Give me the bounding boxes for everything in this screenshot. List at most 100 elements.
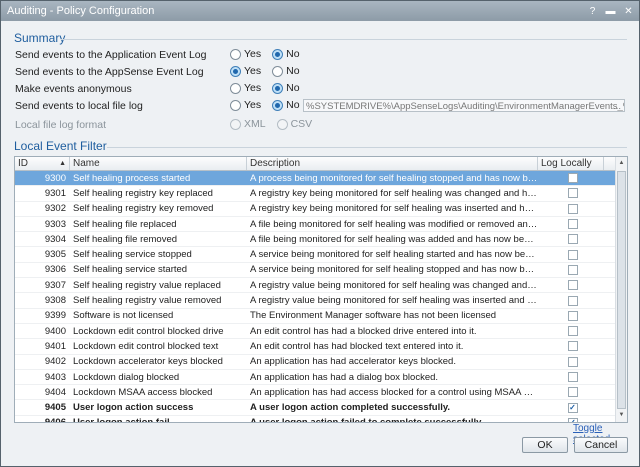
table-row[interactable]: 9308 Self healing registry value removed A…: [15, 293, 627, 309]
table-row[interactable]: 9399 Software is not licensed The Environm…: [15, 309, 627, 324]
event-id: 9307: [44, 279, 66, 291]
local-log-path-value: %SYSTEMDRIVE%\AppSenseLogs\Auditing\Envi…: [306, 101, 624, 112]
anonymous-events-label: Make events anonymous: [15, 83, 132, 95]
event-description: An application has had access blocked fo…: [250, 386, 538, 398]
event-id: 9303: [44, 218, 66, 230]
table-row[interactable]: 9307 Self healing registry value replaced…: [15, 278, 627, 294]
table-row[interactable]: 9305 Self healing service stopped A servic…: [15, 247, 627, 263]
close-icon[interactable]: ✕: [621, 4, 636, 19]
event-id: 9406: [44, 417, 66, 423]
table-row[interactable]: 9406 User logon action fail A user logon a…: [15, 416, 627, 423]
event-description: A file being monitored for self healing …: [250, 218, 538, 230]
log-locally-checkbox[interactable]: [567, 310, 578, 321]
scroll-thumb[interactable]: [617, 171, 626, 409]
table-row[interactable]: 9300 Self healing process started A proces…: [15, 171, 627, 187]
event-description: A registry value being monitored for sel…: [250, 279, 538, 291]
filter-divider: [107, 147, 627, 148]
table-row[interactable]: 9303 Self healing file replaced A file bei…: [15, 217, 627, 233]
log-locally-checkbox[interactable]: [567, 219, 578, 230]
app-event-log-label: Send events to the Application Event Log: [15, 49, 207, 61]
log-locally-checkbox[interactable]: [567, 341, 578, 352]
anonymous-events-yes[interactable]: Yes: [230, 82, 261, 94]
log-locally-checkbox[interactable]: [567, 295, 578, 306]
event-name: Self healing service started: [73, 264, 188, 276]
appsense-event-log-yes[interactable]: Yes: [230, 65, 261, 77]
log-locally-cell: [538, 295, 604, 306]
column-header-log-locally[interactable]: Log Locally: [538, 157, 604, 170]
event-rows: 9300 Self healing process started A proces…: [15, 171, 627, 423]
local-file-log-yes[interactable]: Yes: [230, 99, 261, 111]
format-csv-option[interactable]: CSV: [276, 118, 312, 130]
log-locally-checkbox[interactable]: [567, 173, 578, 184]
event-id: 9300: [44, 172, 66, 184]
log-locally-checkbox[interactable]: [567, 234, 578, 245]
log-locally-checkbox[interactable]: [567, 249, 578, 260]
log-locally-cell: [538, 280, 604, 291]
event-name: Self healing registry key replaced: [73, 187, 213, 199]
table-row[interactable]: 9402 Lockdown accelerator keys blocked An …: [15, 355, 627, 370]
log-locally-cell: [538, 188, 604, 199]
ok-button[interactable]: OK: [522, 437, 568, 453]
table-row[interactable]: 9401 Lockdown edit control blocked text An…: [15, 339, 627, 355]
event-id: 9403: [44, 371, 66, 383]
event-name: Self healing registry key removed: [73, 203, 214, 215]
event-name: User logon action success: [73, 402, 194, 414]
table-row[interactable]: 9404 Lockdown MSAA access blocked An appli…: [15, 385, 627, 401]
log-format-options: XML CSV: [230, 118, 323, 130]
window-title: Auditing - Policy Configuration: [7, 5, 155, 17]
vertical-scrollbar[interactable]: ▲ ▼: [615, 157, 627, 422]
log-locally-checkbox[interactable]: [567, 372, 578, 382]
browse-button[interactable]: ...: [613, 100, 621, 111]
event-id: 9301: [44, 187, 66, 199]
format-xml-option[interactable]: XML: [230, 118, 266, 130]
app-event-log-no[interactable]: No: [272, 48, 300, 60]
log-locally-cell: ✓: [538, 402, 604, 413]
column-header-id[interactable]: ID ▲: [15, 157, 70, 170]
log-locally-checkbox[interactable]: ✓: [567, 402, 578, 413]
table-row[interactable]: 9304 Self healing file removed A file bein…: [15, 232, 627, 248]
log-locally-checkbox[interactable]: [567, 387, 578, 398]
table-row[interactable]: 9306 Self healing service started A servic…: [15, 263, 627, 279]
table-row[interactable]: 9403 Lockdown dialog blocked An applicatio…: [15, 370, 627, 386]
log-locally-checkbox[interactable]: [567, 203, 578, 214]
table-row[interactable]: 9302 Self healing registry key removed A r…: [15, 202, 627, 217]
event-id: 9308: [44, 295, 66, 307]
event-description: The Environment Manager software has not…: [250, 310, 497, 322]
scroll-up-icon[interactable]: ▲: [616, 157, 627, 170]
event-name: Lockdown dialog blocked: [73, 371, 180, 383]
log-locally-cell: [538, 173, 604, 184]
event-id: 9399: [44, 310, 66, 322]
log-locally-cell: [538, 234, 604, 245]
event-name: Software is not licensed: [73, 310, 174, 322]
event-name: Lockdown edit control blocked drive: [73, 325, 224, 337]
local-file-log-no[interactable]: No: [272, 99, 300, 111]
column-header-name[interactable]: Name: [70, 157, 247, 170]
event-id: 9400: [44, 325, 66, 337]
scroll-down-icon[interactable]: ▼: [616, 409, 627, 422]
log-locally-checkbox[interactable]: [567, 326, 578, 337]
log-locally-checkbox[interactable]: [567, 356, 578, 367]
log-locally-checkbox[interactable]: [567, 188, 578, 199]
log-locally-checkbox[interactable]: [567, 280, 578, 291]
title-bar: Auditing - Policy Configuration ? ▬ ✕: [1, 1, 639, 21]
app-event-log-yes[interactable]: Yes: [230, 48, 261, 60]
minimize-icon[interactable]: ▬: [603, 4, 618, 19]
table-row[interactable]: 9400 Lockdown edit control blocked drive A…: [15, 324, 627, 340]
event-name: Self healing process started: [73, 172, 191, 184]
log-locally-cell: [538, 356, 604, 367]
event-id: 9302: [44, 203, 66, 215]
event-name: Self healing service stopped: [73, 249, 192, 261]
column-header-description[interactable]: Description: [247, 157, 538, 170]
table-row[interactable]: 9301 Self healing registry key replaced A …: [15, 186, 627, 202]
local-log-path-field[interactable]: %SYSTEMDRIVE%\AppSenseLogs\Auditing\Envi…: [303, 99, 625, 112]
event-id: 9404: [44, 386, 66, 398]
cancel-button[interactable]: Cancel: [574, 437, 628, 453]
anonymous-events-no[interactable]: No: [272, 82, 300, 94]
table-row[interactable]: 9405 User logon action success A user logo…: [15, 400, 627, 416]
log-locally-checkbox[interactable]: [567, 264, 578, 275]
help-icon[interactable]: ?: [585, 4, 600, 19]
appsense-event-log-options: Yes No: [230, 65, 311, 77]
appsense-event-log-no[interactable]: No: [272, 65, 300, 77]
event-id: 9405: [44, 402, 66, 414]
summary-divider: [61, 39, 627, 40]
